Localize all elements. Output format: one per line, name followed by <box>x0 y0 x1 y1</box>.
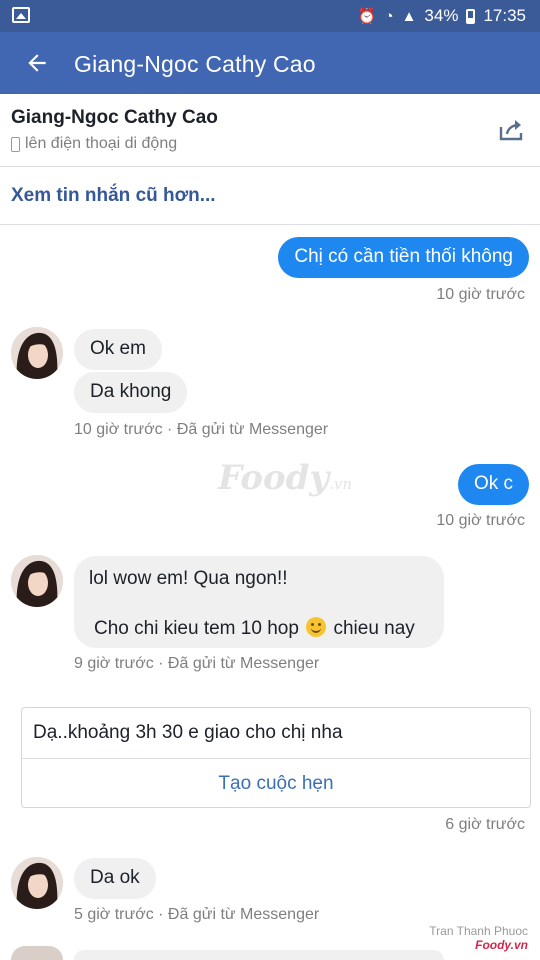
contact-name[interactable]: Giang-Ngoc Cathy Cao <box>11 107 218 129</box>
message-line: Cho chi kieu tem 10 hop chieu nay <box>94 617 415 641</box>
contact-status: lên điện thoại di động <box>11 135 177 153</box>
smiley-icon <box>306 617 327 637</box>
foody-watermark: Foody.vn <box>218 458 352 498</box>
contact-status-text: lên điện thoại di động <box>25 135 178 152</box>
message-timestamp: 9 giờ trước · Đã gửi từ Messenger <box>74 655 320 672</box>
avatar-image <box>11 327 63 379</box>
signal-icon: ▲ <box>401 7 417 25</box>
message-line: lol wow em! Qua ngon!! <box>89 568 288 589</box>
wifi-icon: ◔ <box>384 7 394 25</box>
status-bar: ⏰ ◔ ▲ 34% 17:35 <box>0 0 540 32</box>
watermark-suffix: .vn <box>329 475 353 493</box>
card-message-text[interactable]: Dạ..khoảng 3h 30 e giao cho chị nha <box>33 722 343 744</box>
gallery-notification-icon <box>12 7 30 23</box>
message-timestamp: 10 giờ trước · Đã gửi từ Messenger <box>74 421 329 438</box>
outgoing-message-bubble[interactable]: Ok c <box>457 464 529 505</box>
message-timestamp: 6 giờ trước <box>445 816 525 833</box>
status-icons: ⏰ ◔ ▲ 34% 17:35 <box>358 6 526 26</box>
message-timestamp: 10 giờ trước <box>436 286 525 303</box>
contact-header: Giang-Ngoc Cathy Cao lên điện thoại di đ… <box>0 94 540 167</box>
photo-credit: Tran Thanh Phuoc Foody.vn <box>429 924 528 952</box>
incoming-message-bubble[interactable] <box>74 950 444 960</box>
avatar-image <box>11 857 63 909</box>
credit-brand: Foody.vn <box>475 938 528 952</box>
incoming-message-bubble[interactable]: Ok em <box>74 329 162 370</box>
watermark-brand: Foody <box>218 458 330 498</box>
battery-icon <box>466 8 476 24</box>
avatar-image <box>11 555 63 607</box>
battery-percent: 34% <box>424 6 459 25</box>
conversation-title: Giang-Ngoc Cathy Cao <box>74 51 316 77</box>
message-timestamp: 10 giờ trước <box>436 512 525 529</box>
avatar[interactable] <box>11 946 63 960</box>
share-icon[interactable] <box>498 118 526 142</box>
app-bar: Giang-Ngoc Cathy Cao <box>0 32 540 94</box>
message-line-text: Cho chi kieu tem 10 hop <box>94 618 299 639</box>
older-messages-link[interactable]: Xem tin nhắn cũ hơn... <box>0 167 540 225</box>
outgoing-message-bubble[interactable]: Chị có cần tiền thối không <box>278 237 529 278</box>
incoming-message-bubble[interactable]: Da khong <box>74 372 188 413</box>
avatar[interactable] <box>11 555 63 607</box>
incoming-message-bubble[interactable]: lol wow em! Qua ngon!! Cho chi kieu tem … <box>74 556 444 648</box>
message-card: Dạ..khoảng 3h 30 e giao cho chị nha Tạo … <box>21 707 531 808</box>
clock: 17:35 <box>483 6 526 25</box>
alarm-icon: ⏰ <box>357 8 377 25</box>
incoming-message-bubble[interactable]: Da ok <box>74 858 156 899</box>
mobile-phone-icon <box>11 136 20 152</box>
message-line-text: chieu nay <box>333 618 415 639</box>
message-timestamp: 5 giờ trước · Đã gửi từ Messenger <box>74 906 320 923</box>
create-appointment-button[interactable]: Tạo cuộc hẹn <box>22 759 530 808</box>
credit-author: Tran Thanh Phuoc <box>429 924 528 938</box>
older-messages-label[interactable]: Xem tin nhắn cũ hơn... <box>11 185 216 207</box>
avatar[interactable] <box>11 327 63 379</box>
arrow-left-icon[interactable] <box>24 50 50 76</box>
avatar[interactable] <box>11 857 63 909</box>
